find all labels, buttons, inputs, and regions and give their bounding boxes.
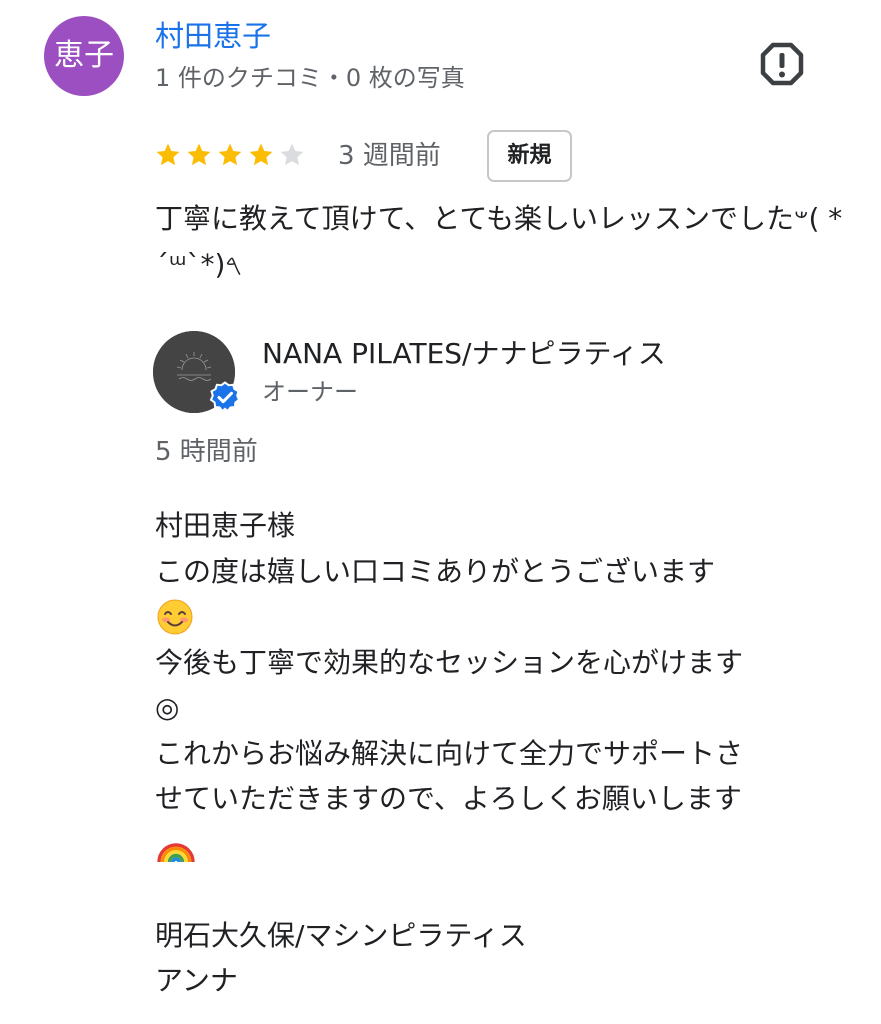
star-filled-icon bbox=[156, 143, 180, 166]
reviewer-avatar[interactable]: 恵子 bbox=[44, 16, 124, 96]
reply-line: アンナ bbox=[155, 964, 238, 997]
reply-line: 村田恵子様 bbox=[155, 509, 296, 542]
review-time: 3 週間前 bbox=[338, 141, 441, 171]
report-octagon-icon bbox=[760, 42, 804, 86]
owner-name[interactable]: NANA PILATES/ナナピラティス bbox=[262, 334, 666, 374]
star-filled-icon bbox=[218, 143, 242, 166]
reply-time: 5 時間前 bbox=[155, 437, 258, 467]
owner-avatar[interactable] bbox=[153, 331, 241, 413]
reviewer-name[interactable]: 村田恵子 bbox=[155, 16, 271, 56]
reply-line: これからお悩み解決に向けて全力でサポートさ bbox=[155, 736, 744, 770]
owner-role: オーナー bbox=[262, 378, 358, 406]
owner-reply-text: 村田恵子様 この度は嬉しい口コミありがとうございます 今後も丁寧で効果的なセッシ… bbox=[155, 503, 845, 1004]
reply-line: この度は嬉しい口コミありがとうございます bbox=[155, 554, 716, 588]
verified-check-icon bbox=[209, 381, 241, 413]
rainbow-emoji bbox=[155, 822, 845, 868]
star-filled-icon bbox=[249, 143, 273, 166]
star-filled-icon bbox=[187, 143, 211, 166]
reviewer-meta: 1 件のクチコミ・0 枚の写真 bbox=[155, 64, 465, 92]
star-empty-icon bbox=[280, 143, 304, 166]
star-rating bbox=[155, 138, 310, 172]
reply-line: 今後も丁寧で効果的なセッションを心がけます bbox=[155, 645, 744, 679]
new-badge: 新規 bbox=[487, 130, 572, 182]
report-review-button[interactable] bbox=[754, 36, 810, 92]
review-text: 丁寧に教えて頂けて、とても楽しいレッスンでした𐤔( *´ᵚ`*)𐤓 bbox=[155, 202, 843, 281]
reply-line: せていただきますので、よろしくお願いします bbox=[155, 782, 742, 815]
smiling-face-emoji bbox=[155, 594, 845, 640]
reply-line: 明石大久保/マシンピラティス bbox=[155, 918, 527, 952]
reply-line: ◎ bbox=[155, 691, 180, 724]
